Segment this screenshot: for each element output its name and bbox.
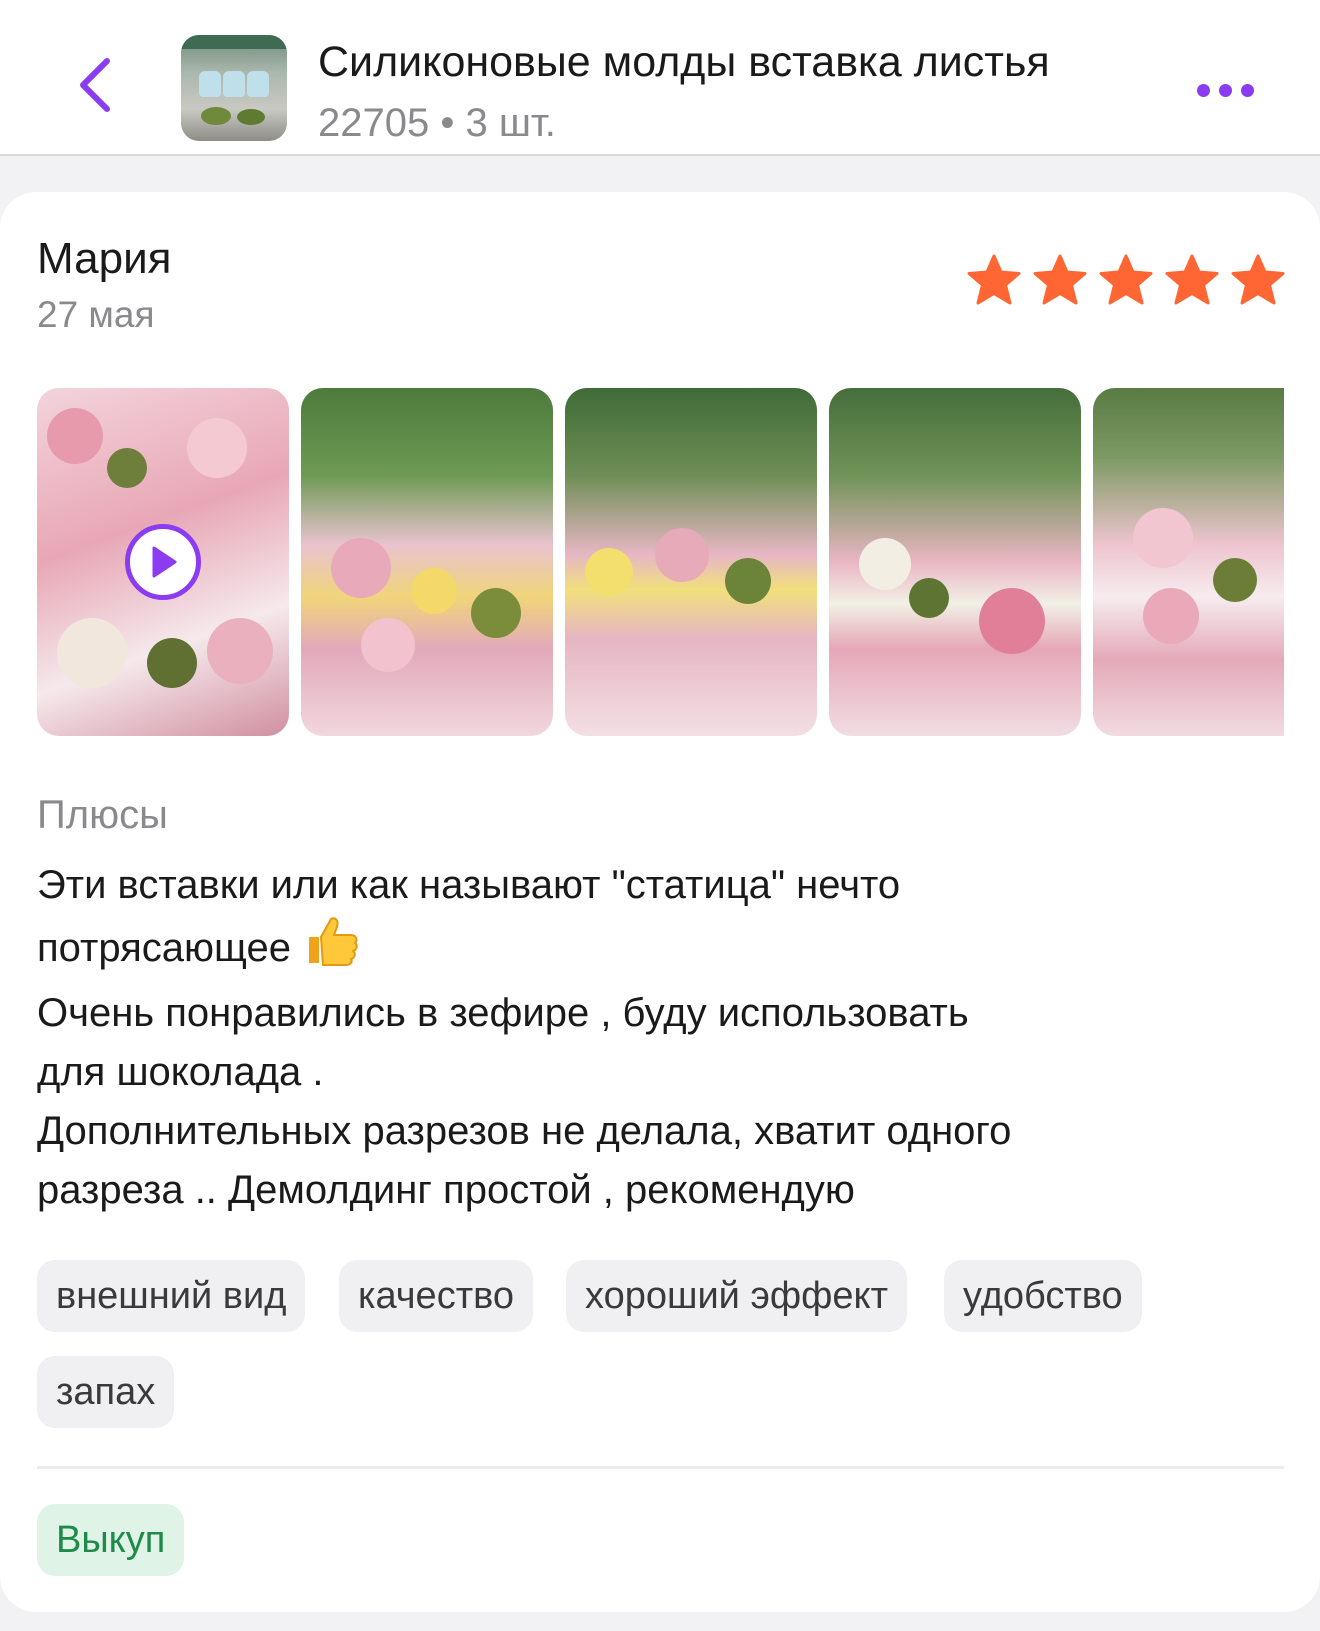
chevron-left-icon bbox=[80, 58, 110, 112]
tag-chip[interactable]: внешний вид bbox=[37, 1260, 306, 1332]
rating-stars bbox=[967, 254, 1285, 306]
review-photo[interactable] bbox=[301, 388, 553, 736]
review-text-line: для шоколада . bbox=[37, 1050, 324, 1094]
divider bbox=[37, 1466, 1284, 1469]
more-options-button[interactable] bbox=[1185, 70, 1265, 110]
star-icon bbox=[1231, 254, 1285, 305]
pros-label: Плюсы bbox=[37, 793, 168, 837]
product-title[interactable]: Силиконовые молды вставка листья bbox=[318, 36, 1158, 88]
product-meta: 22705 • 3 шт. bbox=[318, 101, 556, 145]
review-text-line: потрясающее bbox=[37, 915, 1277, 984]
review-text-line: Очень понравились в зефире , буду исполь… bbox=[37, 991, 969, 1035]
star-icon bbox=[967, 254, 1021, 305]
review-photo[interactable] bbox=[565, 388, 817, 736]
review-text-line: Дополнительных разрезов не делала, хвати… bbox=[37, 1109, 1012, 1153]
review-photo[interactable] bbox=[1093, 388, 1284, 736]
review-photo[interactable] bbox=[829, 388, 1081, 736]
tag-chip[interactable]: удобство bbox=[944, 1260, 1142, 1332]
review-text: Эти вставки или как называют "статица" н… bbox=[37, 856, 1277, 1220]
tag-chip[interactable]: качество bbox=[339, 1260, 533, 1332]
review-video-thumbnail[interactable] bbox=[37, 388, 289, 736]
product-thumbnail[interactable] bbox=[181, 35, 287, 141]
thumbs-up-icon bbox=[301, 915, 359, 984]
review-text-line: разреза .. Демолдинг простой , рекоменду… bbox=[37, 1168, 855, 1212]
star-icon bbox=[1165, 254, 1219, 305]
more-dots-icon bbox=[1196, 83, 1210, 97]
star-icon bbox=[1033, 254, 1087, 305]
play-icon[interactable] bbox=[125, 524, 201, 600]
star-icon bbox=[1099, 254, 1153, 305]
top-bar: Силиконовые молды вставка листья 22705 •… bbox=[0, 0, 1320, 156]
review-media-strip[interactable] bbox=[37, 388, 1284, 736]
tag-chip[interactable]: хороший эффект bbox=[566, 1260, 907, 1332]
tag-chip[interactable]: запах bbox=[37, 1356, 175, 1428]
purchase-badge: Выкуп bbox=[37, 1504, 185, 1576]
review-author: Мария bbox=[37, 234, 172, 283]
review-card: Мария 27 мая Плюсы Эти вставки или как н… bbox=[0, 192, 1320, 1612]
review-text-line: Эти вставки или как называют "статица" н… bbox=[37, 863, 901, 907]
back-button[interactable] bbox=[60, 40, 130, 130]
review-date: 27 мая bbox=[37, 294, 155, 335]
